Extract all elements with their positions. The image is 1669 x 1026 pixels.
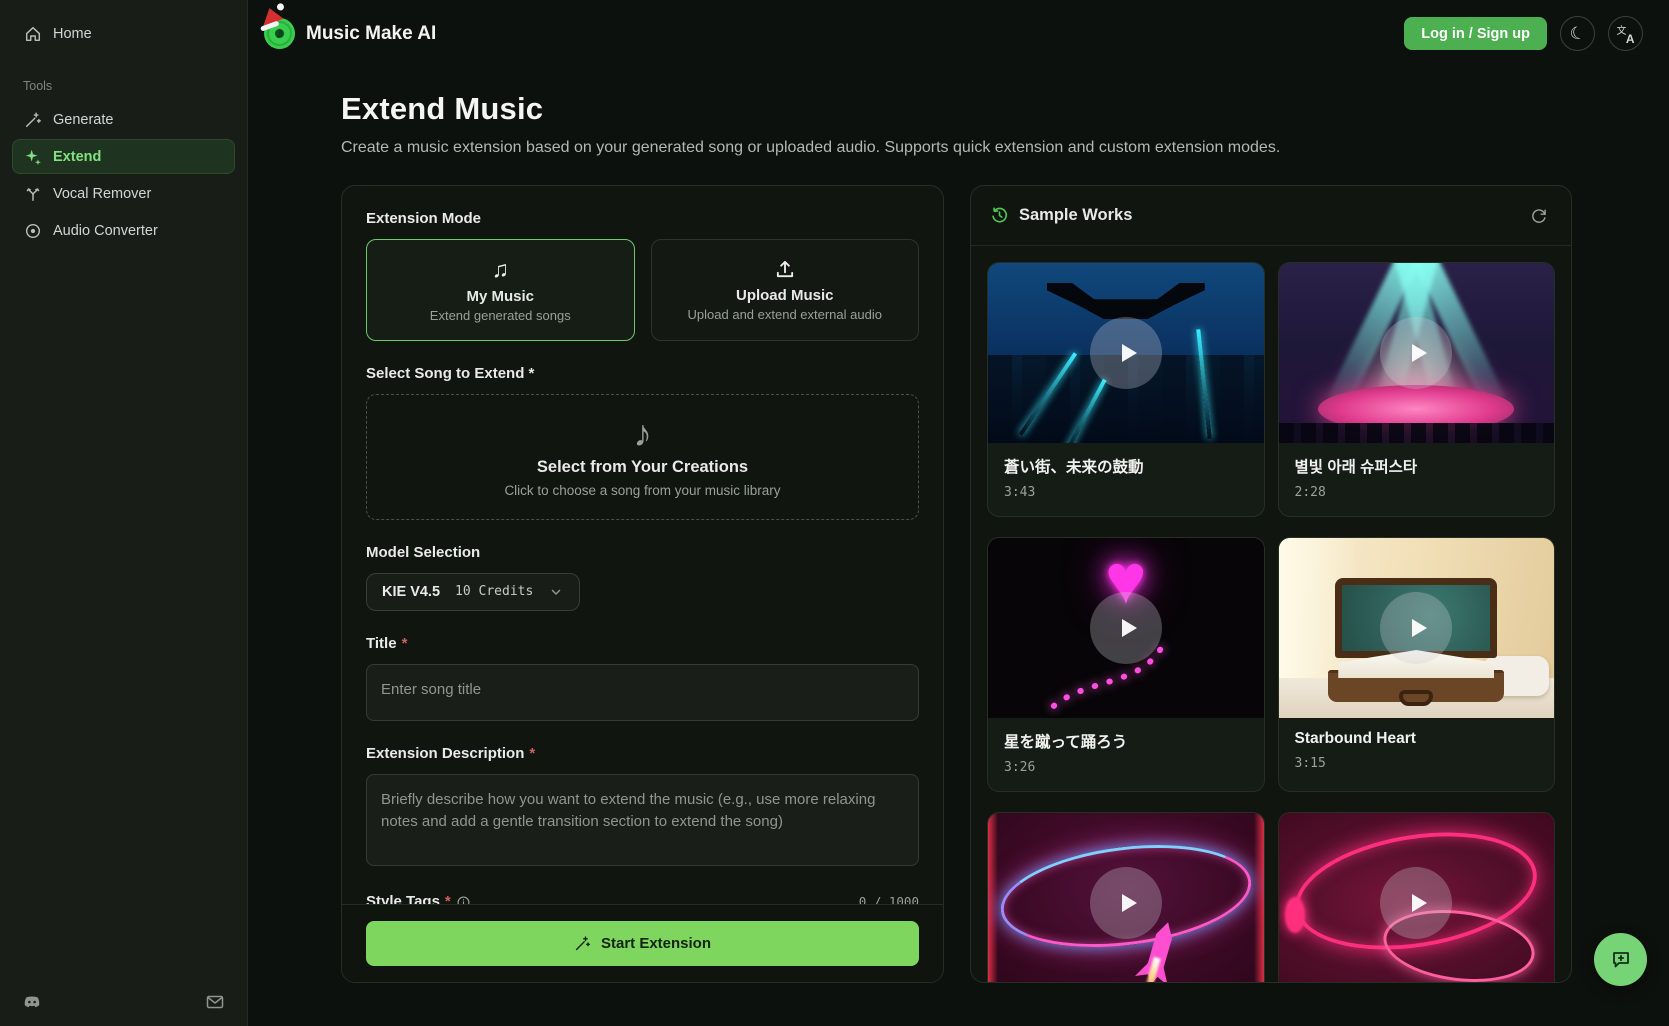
app-name: Music Make AI xyxy=(306,23,436,45)
home-icon xyxy=(24,25,42,43)
model-selection-label: Model Selection xyxy=(366,544,919,562)
sample-card[interactable]: 별빛 아래 슈퍼스타 2:28 xyxy=(1278,262,1556,517)
sample-card[interactable]: Starbound Heart 3:15 xyxy=(1278,537,1556,792)
sidebar-item-label: Vocal Remover xyxy=(53,186,151,202)
split-icon xyxy=(24,185,42,203)
music-note-icon: ♪ xyxy=(276,26,284,42)
style-tags-row-clipped: Style Tags * 0 / 1000 xyxy=(366,892,919,904)
magic-wand-icon xyxy=(574,935,591,952)
select-song-dropzone[interactable]: ♪ Select from Your Creations Click to ch… xyxy=(366,394,919,520)
sidebar-item-extend[interactable]: Extend xyxy=(12,139,235,174)
extension-description-input[interactable] xyxy=(366,774,919,866)
sample-duration: 3:26 xyxy=(1004,760,1248,775)
sample-title: 星を蹴って踊ろう xyxy=(1004,730,1248,752)
sidebar-item-label: Audio Converter xyxy=(53,223,158,239)
sample-works-grid: 蒼い街、未来の鼓動 3:43 별빛 아래 슈퍼스타 2:28 xyxy=(971,246,1571,983)
sample-works-panel: Sample Works 蒼い街、未来の鼓動 xyxy=(970,185,1572,983)
extension-mode-label: Extension Mode xyxy=(366,210,919,228)
refresh-icon xyxy=(1530,207,1548,225)
sidebar-section-tools: Tools xyxy=(23,79,224,93)
play-button[interactable] xyxy=(1090,867,1162,939)
sample-thumbnail-pink-rings xyxy=(1279,813,1555,983)
form-footer: Start Extension xyxy=(342,904,943,982)
sample-title: 별빛 아래 슈퍼스타 xyxy=(1295,455,1539,477)
start-extension-button[interactable]: Start Extension xyxy=(366,921,919,966)
extension-form-card: Extension Mode ♫ My Music Extend generat… xyxy=(341,185,944,983)
sample-thumbnail-stage-spotlights xyxy=(1279,263,1555,443)
sample-duration: 3:43 xyxy=(1004,485,1248,500)
sample-duration: 2:28 xyxy=(1295,485,1539,500)
sidebar: Home Tools Generate Extend Vocal Remover… xyxy=(0,0,248,1026)
info-circle-icon xyxy=(456,895,471,904)
refresh-button[interactable] xyxy=(1526,203,1552,229)
char-counter: 0 / 1000 xyxy=(859,892,919,904)
magic-wand-icon xyxy=(24,111,42,129)
history-clock-icon xyxy=(990,206,1009,225)
music-note-icon: ♪ xyxy=(633,415,652,452)
translate-icon: 文 A xyxy=(1617,25,1635,43)
topbar-actions: Log in / Sign up ☾ 文 A xyxy=(1404,16,1643,51)
play-button[interactable] xyxy=(1380,592,1452,664)
extension-form-body: Extension Mode ♫ My Music Extend generat… xyxy=(342,186,943,904)
sidebar-item-vocal-remover[interactable]: Vocal Remover xyxy=(12,176,235,211)
required-marker: * xyxy=(445,892,451,904)
sparkles-icon xyxy=(24,148,42,166)
model-select-dropdown[interactable]: KIE V4.5 10 Credits xyxy=(366,573,580,612)
sidebar-item-label: Home xyxy=(53,26,92,42)
sample-card[interactable] xyxy=(987,812,1265,983)
chevron-down-icon xyxy=(548,584,564,600)
sidebar-item-label: Generate xyxy=(53,112,113,128)
page-subtitle: Create a music extension based on your g… xyxy=(341,139,1669,157)
mode-card-my-music[interactable]: ♫ My Music Extend generated songs xyxy=(366,239,635,341)
page-content: Extend Music Create a music extension ba… xyxy=(248,51,1669,983)
title-input[interactable] xyxy=(366,664,919,721)
sample-title: 蒼い街、未来の鼓動 xyxy=(1004,455,1248,477)
login-signup-button[interactable]: Log in / Sign up xyxy=(1404,17,1547,50)
style-tags-label: Style Tags xyxy=(366,892,440,904)
mail-icon[interactable] xyxy=(205,992,225,1012)
sample-title: Starbound Heart xyxy=(1295,730,1539,748)
sample-works-title: Sample Works xyxy=(1019,206,1132,225)
sidebar-item-audio-converter[interactable]: Audio Converter xyxy=(12,213,235,248)
sample-thumbnail-drone-city xyxy=(988,263,1264,443)
select-song-label: Select Song to Extend * xyxy=(366,365,919,383)
sample-thumbnail-rocket-rings xyxy=(988,813,1264,983)
title-label: Title* xyxy=(366,635,919,653)
theme-toggle-button[interactable]: ☾ xyxy=(1560,16,1595,51)
brand[interactable]: ♪ Music Make AI xyxy=(264,18,436,49)
sample-card[interactable]: ♥ 星を蹴って踊ろう 3:26 xyxy=(987,537,1265,792)
required-marker: * xyxy=(529,745,535,763)
sidebar-item-home[interactable]: Home xyxy=(12,16,235,51)
sample-works-header: Sample Works xyxy=(971,186,1571,246)
sidebar-item-generate[interactable]: Generate xyxy=(12,102,235,137)
play-button[interactable] xyxy=(1090,317,1162,389)
sample-card[interactable] xyxy=(1278,812,1556,983)
model-credits-badge: 10 Credits xyxy=(455,584,533,599)
sidebar-item-label: Extend xyxy=(53,149,101,165)
disc-icon xyxy=(24,222,42,240)
play-button[interactable] xyxy=(1380,317,1452,389)
mode-card-upload-music[interactable]: Upload Music Upload and extend external … xyxy=(651,239,920,341)
play-button[interactable] xyxy=(1380,867,1452,939)
upload-icon xyxy=(774,258,796,280)
top-bar: ♪ Music Make AI Log in / Sign up ☾ 文 A xyxy=(248,0,1669,51)
extension-description-label: Extension Description* xyxy=(366,745,919,763)
sample-thumbnail-suitcase xyxy=(1279,538,1555,718)
feedback-chat-button[interactable] xyxy=(1594,933,1647,986)
music-notes-icon: ♫ xyxy=(492,258,509,281)
sidebar-footer xyxy=(0,992,247,1012)
discord-icon[interactable] xyxy=(22,992,42,1012)
play-button[interactable] xyxy=(1090,592,1162,664)
chat-plus-icon xyxy=(1610,949,1632,971)
moon-icon: ☾ xyxy=(1568,22,1588,45)
mode-selector: ♫ My Music Extend generated songs Upload… xyxy=(366,239,919,341)
required-marker: * xyxy=(402,635,408,653)
app-logo: ♪ xyxy=(264,18,295,49)
page-title: Extend Music xyxy=(341,91,1669,127)
language-button[interactable]: 文 A xyxy=(1608,16,1643,51)
sample-duration: 3:15 xyxy=(1295,756,1539,771)
sample-thumbnail-neon-heart: ♥ xyxy=(988,538,1264,718)
sample-card[interactable]: 蒼い街、未来の鼓動 3:43 xyxy=(987,262,1265,517)
main-area: ♪ Music Make AI Log in / Sign up ☾ 文 A E… xyxy=(248,0,1669,1026)
